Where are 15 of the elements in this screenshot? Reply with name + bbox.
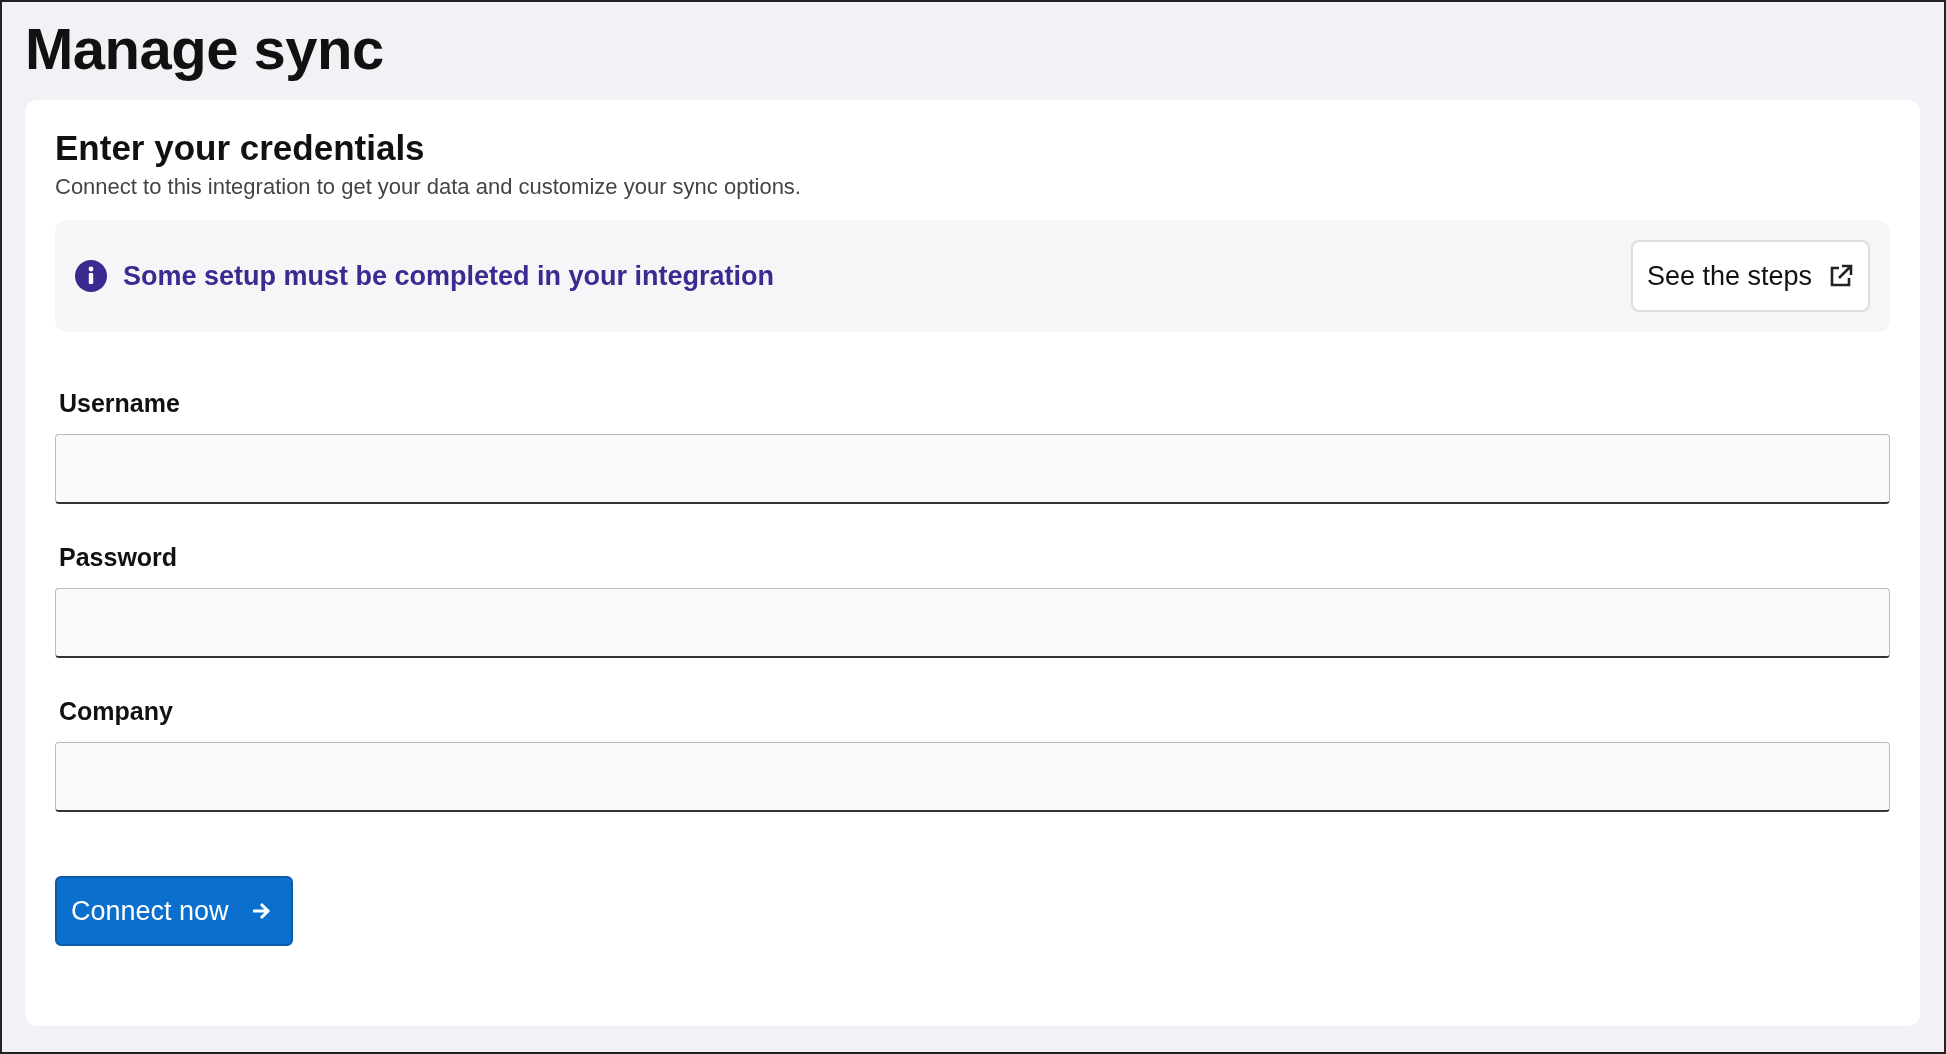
external-link-icon [1828,263,1854,289]
card-title: Enter your credentials [55,127,426,169]
info-icon [75,260,107,292]
see-steps-button[interactable]: See the steps [1630,240,1870,312]
page-title: Manage sync [25,15,385,83]
field-label: Username [58,388,181,418]
info-message: Some setup must be completed in your integration [123,260,776,292]
field-label: Password [58,542,179,572]
input-field[interactable] [55,434,1890,504]
input-field[interactable] [55,588,1890,658]
connect-button[interactable]: Connect now [55,876,293,946]
card-subtitle: Connect to this integration to get your data and customize your sync options. [55,173,802,201]
arrow-right-icon [250,901,271,921]
field-label: Company [58,696,174,726]
input-field[interactable] [55,742,1890,812]
